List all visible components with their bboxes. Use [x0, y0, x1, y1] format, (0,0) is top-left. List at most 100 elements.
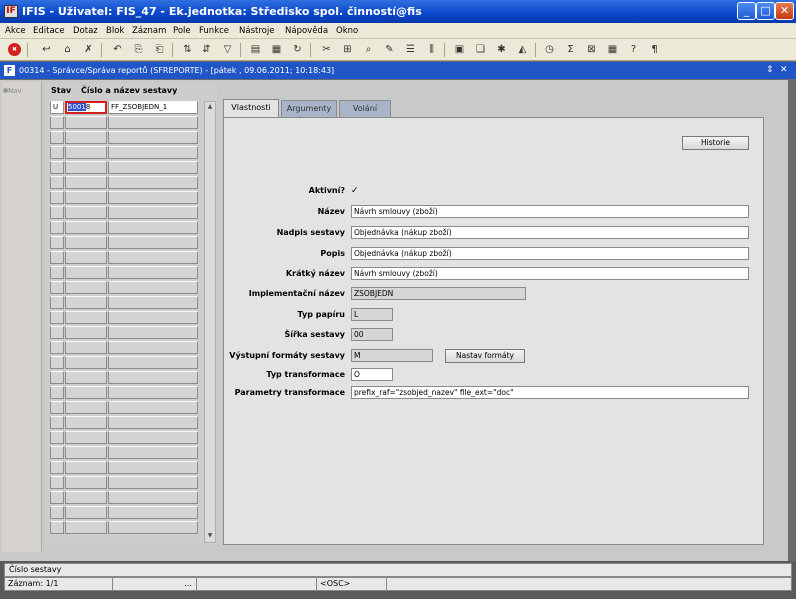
sort-desc-icon[interactable]: ⇵	[200, 43, 213, 56]
report-name-field[interactable]	[108, 206, 198, 219]
cut-icon[interactable]: ✂	[320, 43, 333, 56]
report-name-field[interactable]	[108, 461, 198, 474]
menu-funkce[interactable]: Funkce	[199, 26, 229, 36]
report-number-field[interactable]	[65, 476, 107, 489]
menu-nastroje[interactable]: Nástroje	[239, 26, 274, 36]
aktivni-checkbox[interactable]: ✓	[351, 186, 361, 196]
report-number-field[interactable]	[65, 521, 107, 534]
report-number-field[interactable]	[65, 401, 107, 414]
maximize-button[interactable]: □	[756, 2, 775, 20]
edit-icon[interactable]: ✎	[383, 43, 396, 56]
table-row[interactable]	[50, 476, 203, 489]
report-number-field[interactable]	[65, 116, 107, 129]
report-number-field[interactable]	[65, 161, 107, 174]
report-name-field[interactable]	[108, 116, 198, 129]
report-number-field[interactable]	[65, 281, 107, 294]
chart-icon[interactable]: ◭	[516, 43, 529, 56]
nastav-formaty-button[interactable]: Nastav formáty	[445, 349, 525, 363]
print-report-icon[interactable]: ▤	[249, 43, 262, 56]
filter-icon[interactable]: ▽	[221, 43, 234, 56]
menu-zaznam[interactable]: Záznam	[132, 26, 166, 36]
excel-icon[interactable]: ⊠	[585, 43, 598, 56]
columns-icon[interactable]: ⫼	[425, 43, 438, 56]
report-number-field[interactable]	[65, 491, 107, 504]
table-row[interactable]	[50, 296, 203, 309]
report-number-field[interactable]	[65, 326, 107, 339]
copy-icon[interactable]: ⎘	[132, 43, 145, 56]
grid-icon[interactable]: ▦	[606, 43, 619, 56]
nav-label[interactable]: Nav	[8, 87, 22, 95]
popis-field[interactable]: Objednávka (nákup zboží)	[351, 247, 749, 260]
minimize-button[interactable]: _	[737, 2, 756, 20]
report-name-field[interactable]	[108, 161, 198, 174]
table-row[interactable]	[50, 416, 203, 429]
table-row[interactable]	[50, 146, 203, 159]
table-row[interactable]	[50, 116, 203, 129]
report-number-field[interactable]	[65, 236, 107, 249]
table-row[interactable]	[50, 176, 203, 189]
tools-icon[interactable]: ✱	[495, 43, 508, 56]
nadpis-field[interactable]: Objednávka (nákup zboží)	[351, 226, 749, 239]
table-row[interactable]	[50, 401, 203, 414]
parametry-transformace-field[interactable]: prefix_raf="zsobjed_nazev" file_ext="doc…	[351, 386, 749, 399]
tab-argumenty[interactable]: Argumenty	[281, 100, 337, 117]
report-name-field[interactable]	[108, 191, 198, 204]
table-row[interactable]	[50, 491, 203, 504]
menu-akce[interactable]: Akce	[5, 26, 26, 36]
report-number-field[interactable]	[65, 266, 107, 279]
help-icon[interactable]: ?	[627, 43, 640, 56]
menu-okno[interactable]: Okno	[336, 26, 358, 36]
paste-icon[interactable]: ⎗	[153, 43, 166, 56]
scroll-down-icon[interactable]: ▼	[206, 532, 214, 542]
kratky-nazev-field[interactable]: Návrh smlouvy (zboží)	[351, 267, 749, 280]
table-row[interactable]	[50, 236, 203, 249]
report-number-field[interactable]	[65, 131, 107, 144]
table-row[interactable]	[50, 221, 203, 234]
table-row[interactable]	[50, 266, 203, 279]
report-number-field[interactable]	[65, 341, 107, 354]
sort-asc-icon[interactable]: ⇅	[181, 43, 194, 56]
historie-button[interactable]: Historie	[682, 136, 749, 150]
report-number-field[interactable]	[65, 356, 107, 369]
table-row[interactable]	[50, 356, 203, 369]
report-number-field[interactable]	[65, 446, 107, 459]
save-icon[interactable]: ↩	[40, 43, 53, 56]
report-name-field[interactable]	[108, 221, 198, 234]
table-row[interactable]	[50, 446, 203, 459]
table-row[interactable]	[50, 386, 203, 399]
table-row[interactable]	[50, 191, 203, 204]
report-number-field[interactable]	[65, 416, 107, 429]
report-number-field[interactable]	[65, 296, 107, 309]
report-number-field[interactable]	[65, 371, 107, 384]
report-number-field[interactable]	[65, 506, 107, 519]
refresh-icon[interactable]: ↻	[291, 43, 304, 56]
search-icon[interactable]: ⌕	[362, 43, 375, 56]
tab-vlastnosti[interactable]: Vlastnosti	[223, 99, 279, 117]
report-name-field[interactable]	[108, 446, 198, 459]
report-name-field[interactable]	[108, 341, 198, 354]
report-name-field[interactable]	[108, 326, 198, 339]
nazev-field[interactable]: Návrh smlouvy (zboží)	[351, 205, 749, 218]
table-row[interactable]	[50, 371, 203, 384]
report-number-field[interactable]	[65, 191, 107, 204]
report-name-field[interactable]	[108, 131, 198, 144]
tab-volani[interactable]: Volání	[339, 100, 391, 117]
table-row[interactable]	[50, 206, 203, 219]
report-number-field[interactable]	[65, 251, 107, 264]
report-name-field[interactable]	[108, 416, 198, 429]
report-number-field[interactable]	[65, 386, 107, 399]
table-row[interactable]	[50, 461, 203, 474]
exit-icon[interactable]: ✖	[8, 43, 21, 56]
document-icon[interactable]: ❏	[474, 43, 487, 56]
table-row[interactable]	[50, 311, 203, 324]
report-number-field[interactable]	[65, 206, 107, 219]
report-name-field[interactable]	[108, 311, 198, 324]
report-name-field[interactable]	[108, 146, 198, 159]
report-number-field[interactable]	[65, 221, 107, 234]
report-name-field[interactable]	[108, 266, 198, 279]
clear-icon[interactable]: ✗	[82, 43, 95, 56]
table-row[interactable]	[50, 521, 203, 534]
undo-icon[interactable]: ↶	[111, 43, 124, 56]
report-name-field[interactable]	[108, 281, 198, 294]
report-number-field[interactable]	[65, 146, 107, 159]
